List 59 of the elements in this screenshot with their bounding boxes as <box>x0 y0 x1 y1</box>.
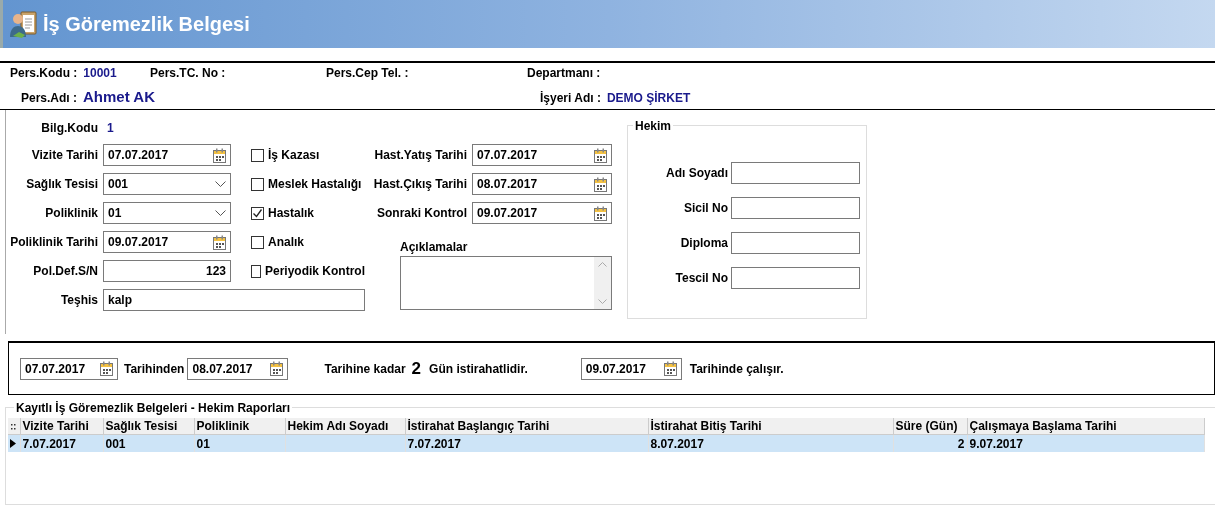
field-label: Hast.Çıkış Tarihi <box>372 177 467 191</box>
date-field[interactable]: 09.07.2017 <box>103 231 231 253</box>
group-title: Kayıtlı İş Göremezlik Belgeleri - Hekim Raporları <box>14 401 293 415</box>
field-label: Pers.TC. No : <box>150 66 226 80</box>
field-label: Departmanı : <box>527 66 601 80</box>
field-label: Bilg.Kodu <box>40 121 98 135</box>
dropdown-field[interactable]: 01 <box>103 202 231 224</box>
field-label: Hast.Yatış Tarihi <box>373 148 467 162</box>
field-label: Sonraki Kontrol <box>376 206 467 220</box>
column-header[interactable]: Sağlık Tesisi <box>103 418 194 435</box>
column-header[interactable]: Hekim Adı Soyadı <box>285 418 405 435</box>
field-label: Poliklinik Tarihi <box>9 235 98 249</box>
checkbox-label: Meslek Hastalığı <box>268 177 362 191</box>
checkbox-label: Analık <box>268 235 304 249</box>
person-name: Ahmet AK <box>83 88 155 105</box>
group-title: Hekim <box>633 119 674 133</box>
field-label: Tarihinde çalışır. <box>689 361 784 376</box>
field-label: Adı Soyadı <box>665 166 728 180</box>
field-label: Poliklinik <box>44 206 98 220</box>
field-label: Diploma <box>679 236 728 250</box>
date-field[interactable]: 07.07.2017 <box>20 357 118 380</box>
field-label: Pers.Adı : <box>21 91 77 105</box>
field-value: 1 <box>106 121 115 135</box>
field-label: Sağlık Tesisi <box>25 177 98 191</box>
field-value: 10001 <box>83 66 117 80</box>
column-header[interactable]: İstirahat Başlangıç Tarihi <box>405 418 648 435</box>
column-header[interactable]: Çalışmaya Başlama Tarihi <box>967 418 1204 435</box>
table-row[interactable]: 7.07.2017 001 01 7.07.2017 8.07.2017 2 9.07.2017 <box>8 434 1204 452</box>
date-field[interactable]: 08.07.2017 <box>472 173 612 195</box>
field-label: Tarihinden <box>124 361 185 376</box>
field-label: Vizite Tarihi <box>30 148 98 162</box>
checkbox-label: Periyodik Kontrol <box>265 264 365 278</box>
date-field[interactable]: 07.07.2017 <box>472 144 612 166</box>
checkbox-label: Hastalık <box>268 206 315 220</box>
column-header[interactable]: Süre (Gün) <box>893 418 967 435</box>
field-label: Sicil No <box>683 201 728 215</box>
field-label: Pers.Kodu : <box>10 66 78 80</box>
field-label: Pers.Cep Tel. : <box>326 66 409 80</box>
input-field[interactable]: kalp <box>103 289 365 311</box>
field-label: Pol.Def.S/N <box>32 264 98 278</box>
checkbox-label: İş Kazası <box>268 148 320 162</box>
column-header[interactable]: İstirahat Bitiş Tarihi <box>648 418 893 435</box>
column-header[interactable]: Vizite Tarihi <box>20 418 103 435</box>
field-label: Gün istirahatlidir. <box>429 361 528 376</box>
field-label: Tescil No <box>674 271 728 285</box>
date-field[interactable]: 07.07.2017 <box>103 144 231 166</box>
field-label: Tarihine kadar <box>324 361 406 376</box>
input-field[interactable]: 123 <box>103 260 231 282</box>
date-field[interactable]: 09.07.2017 <box>472 202 612 224</box>
field-label: İşyeri Adı : <box>540 91 601 105</box>
day-count: 2 <box>411 358 422 379</box>
date-field[interactable]: 08.07.2017 <box>187 357 289 380</box>
field-label: Açıklamalar <box>399 240 469 254</box>
dropdown-field[interactable]: 001 <box>103 173 231 195</box>
column-header[interactable]: Poliklinik <box>194 418 285 435</box>
date-field[interactable]: 09.07.2017 <box>580 357 682 380</box>
window-title: İş Göremezlik Belgesi <box>43 12 250 36</box>
field-label: Teşhis <box>59 293 98 307</box>
field-value: DEMO ŞİRKET <box>606 91 691 105</box>
